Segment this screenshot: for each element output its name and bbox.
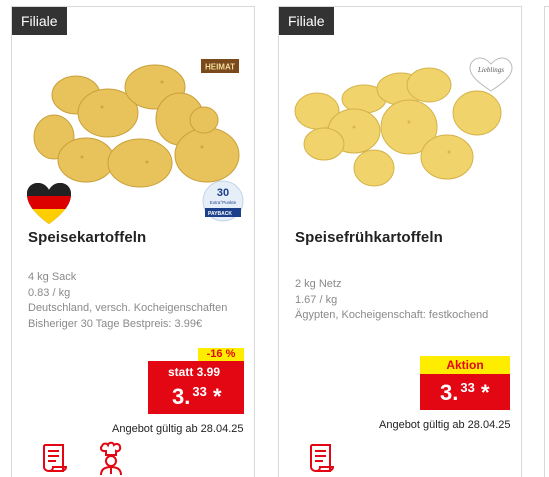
- svg-text:30: 30: [217, 187, 229, 199]
- package-size: 4 kg Sack: [28, 271, 77, 283]
- promo-badge: Aktion: [420, 356, 510, 374]
- product-title[interactable]: Speisekartoffeln: [28, 229, 146, 246]
- offer-validity: Angebot gültig ab 28.04.25: [112, 423, 244, 435]
- heimat-logo: HEIMAT: [205, 63, 235, 72]
- current-price: 3. 33 *: [440, 380, 490, 405]
- product-card-3-partial[interactable]: [544, 6, 549, 477]
- product-details: 2 kg Netz 1.67 / kg Ägypten, Kocheigensc…: [295, 277, 488, 324]
- chef-icon[interactable]: [96, 441, 126, 477]
- svg-text:PAYBACK: PAYBACK: [208, 211, 232, 217]
- lieblings-heart-icon: Lieblings: [469, 57, 513, 92]
- payback-points-icon: 30 Extra°Punkte PAYBACK: [202, 180, 244, 222]
- svg-text:Lieblings: Lieblings: [477, 66, 504, 74]
- product-image-potatoes[interactable]: HEIMAT 30 Extra°Punkte PAYBACK: [12, 47, 254, 227]
- price-tag: 3. 33 *: [420, 374, 510, 410]
- unit-price: 1.67 / kg: [295, 293, 338, 306]
- recipe-icon[interactable]: [40, 441, 70, 477]
- origin-info: Deutschland, versch. Kocheigenschaften: [28, 302, 228, 314]
- svg-text:Extra°Punkte: Extra°Punkte: [210, 200, 237, 205]
- product-image-potatoes[interactable]: Lieblings: [279, 47, 521, 227]
- store-badge: Filiale: [279, 7, 334, 35]
- current-price: 3. 33 *: [172, 384, 222, 409]
- recipe-icon[interactable]: [307, 441, 337, 477]
- product-card-2[interactable]: Filiale Lieblings Speisefrühkartoffeln 2…: [278, 6, 522, 477]
- discount-badge: -16 %: [198, 348, 244, 361]
- product-card-1[interactable]: Filiale HEIMAT 30 Extra°Punkte PAYBACK S…: [11, 6, 255, 477]
- unit-price: 0.83 / kg: [28, 286, 71, 299]
- store-badge: Filiale: [12, 7, 67, 35]
- price-tag: statt 3.99 3. 33 *: [148, 361, 244, 414]
- product-title[interactable]: Speisefrühkartoffeln: [295, 229, 443, 246]
- product-details: 4 kg Sack 0.83 / kg Deutschland, versch.…: [28, 270, 227, 332]
- package-size: 2 kg Netz: [295, 278, 342, 290]
- offer-validity: Angebot gültig ab 28.04.25: [379, 419, 511, 431]
- best-price-info: Bisheriger 30 Tage Bestpreis: 3.99€: [28, 317, 203, 330]
- germany-heart-icon: [27, 183, 71, 224]
- old-price: statt 3.99: [168, 365, 221, 379]
- origin-info: Ägypten, Kocheigenschaft: festkochend: [295, 309, 489, 321]
